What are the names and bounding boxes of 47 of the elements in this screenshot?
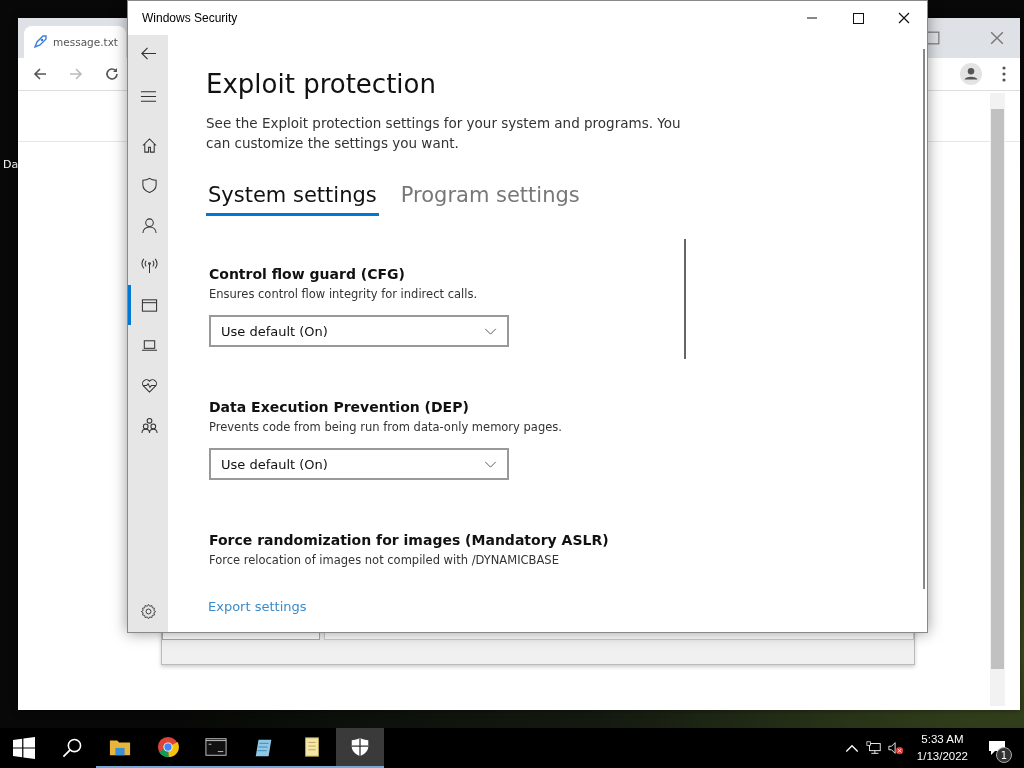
dropdown[interactable]: Use default (On) <box>209 315 509 347</box>
muted-speaker-icon[interactable] <box>887 740 904 756</box>
shield-icon <box>141 176 158 194</box>
windows-logo-icon <box>13 737 35 759</box>
section-description: Force relocation of images not compiled with /DYNAMICBASE <box>209 553 560 567</box>
dropdown[interactable]: Use default (On) <box>209 448 509 480</box>
section-description: Ensures control flow integrity for indirect calls. <box>209 287 479 301</box>
window-icon <box>141 296 158 314</box>
notification-count-badge: 1 <box>996 747 1012 763</box>
terminal-icon <box>205 736 227 758</box>
profile-avatar-icon[interactable] <box>960 63 982 85</box>
menu-icon[interactable] <box>139 88 157 105</box>
date-text: 1/13/2022 <box>916 749 968 764</box>
rocket-icon <box>32 34 48 50</box>
page-description: See the Exploit protection settings for your system and programs. You can customize the settings you want. <box>206 114 682 153</box>
search-icon <box>61 737 83 759</box>
scrollbar[interactable] <box>990 93 1005 706</box>
more-menu-icon[interactable] <box>1002 66 1006 82</box>
page-title: Exploit protection <box>206 69 437 99</box>
taskbar-app[interactable] <box>336 728 384 768</box>
settings-icon[interactable] <box>139 603 157 620</box>
close-icon[interactable] <box>990 31 1004 45</box>
desktop-icon-label[interactable]: Da <box>3 158 19 171</box>
network-icon[interactable] <box>865 740 882 756</box>
section-description: Prevents code from being run from data-only memory pages. <box>209 420 563 434</box>
chevron-down-icon <box>484 460 497 468</box>
heart-pulse-icon <box>141 376 158 394</box>
antenna-icon <box>141 256 158 274</box>
clock[interactable]: 5:33 AM 1/13/2022 <box>916 731 968 765</box>
person-icon <box>141 216 158 234</box>
home-icon <box>141 136 158 154</box>
section-title: Force randomization for images (Mandatory ASLR) <box>209 532 610 548</box>
time-text: 5:33 AM <box>921 732 964 747</box>
window-title: Windows Security <box>142 11 238 25</box>
section-title: Control flow guard (CFG) <box>209 266 406 282</box>
export-settings-link[interactable]: Export settings <box>208 599 307 614</box>
chevron-down-icon <box>484 327 497 335</box>
round-logo-icon <box>157 736 179 758</box>
reload-icon[interactable] <box>104 66 120 82</box>
back-arrow-icon[interactable] <box>32 66 48 82</box>
section-title: Data Execution Prevention (DEP) <box>209 399 470 415</box>
shield-icon <box>349 736 371 758</box>
tab[interactable]: Program settings <box>398 183 582 216</box>
tab[interactable]: System settings <box>206 183 379 216</box>
people-icon <box>141 416 158 434</box>
back-arrow-icon[interactable] <box>139 45 157 62</box>
browser-tab[interactable]: message.txt <box>24 26 126 58</box>
